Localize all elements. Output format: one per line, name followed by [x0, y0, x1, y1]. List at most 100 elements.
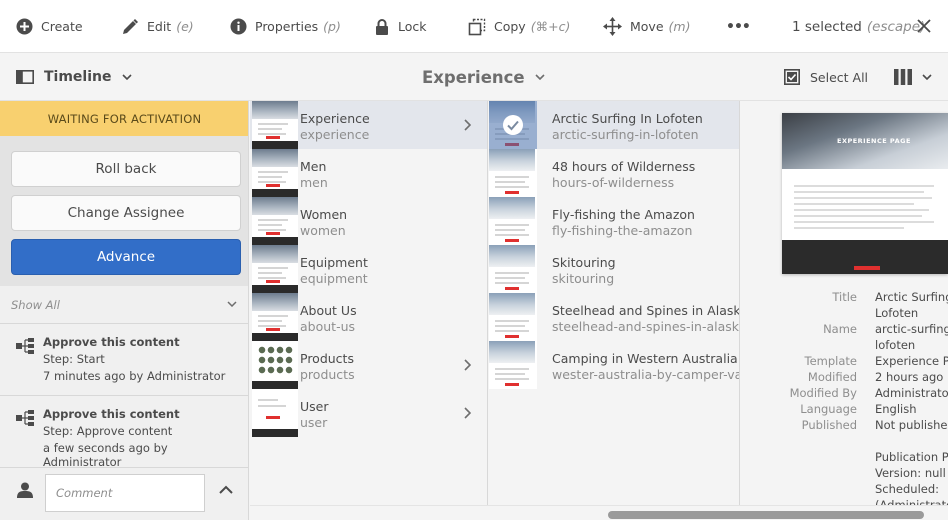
column-item-name: women — [300, 223, 346, 238]
column-item-experience[interactable]: Experience experience — [250, 101, 487, 149]
column-item-steelhead-and-spines-in-alaska[interactable]: Steelhead and Spines in Alaska steelhead-… — [489, 293, 739, 341]
chevron-down-icon — [922, 74, 932, 80]
column-item-skitouring[interactable]: Skitouring skitouring — [489, 245, 739, 293]
metadata-value: lofoten — [875, 338, 916, 352]
column-item-title: About Us — [300, 303, 357, 318]
move-button[interactable]: Move (m) — [603, 0, 690, 53]
column-item-title: Equipment — [300, 255, 368, 270]
select-all-button[interactable]: Select All — [784, 53, 868, 101]
timeline-entry-step: Step: Approve content — [43, 424, 173, 438]
view-switcher[interactable] — [894, 53, 932, 101]
close-icon[interactable] — [915, 17, 933, 35]
column-item-men[interactable]: Men men — [250, 149, 487, 197]
column-item-fly-fishing-the-amazon[interactable]: Fly-fishing the Amazon fly-fishing-the-am… — [489, 197, 739, 245]
chevron-right-icon — [464, 407, 471, 419]
column-item-hours-of-wilderness[interactable]: 48 hours of Wilderness hours-of-wildernes… — [489, 149, 739, 197]
column-item-title: Steelhead and Spines in Alaska — [552, 303, 740, 318]
chevron-down-icon — [227, 301, 237, 307]
move-icon — [603, 17, 622, 36]
page-thumbnail — [489, 149, 537, 197]
timeline-entry-time: 7 minutes ago by Administrator — [43, 369, 226, 383]
selection-label: 1 selected — [792, 18, 862, 35]
metadata-key: Title — [832, 290, 857, 304]
column-item-title: Fly-fishing the Amazon — [552, 207, 695, 222]
column-item-title: Arctic Surfing In Lofoten — [552, 111, 703, 126]
plus-circle-icon — [16, 18, 33, 35]
chevron-up-icon[interactable] — [219, 485, 233, 494]
user-icon — [17, 482, 33, 498]
page-thumbnail — [252, 341, 298, 389]
column-item-title: User — [300, 399, 329, 414]
comment-input[interactable] — [45, 474, 205, 512]
column-item-wester-australia-by-camper-van[interactable]: Camping in Western Australia wester-austr… — [489, 341, 739, 389]
workflow-actions: Roll back Change Assignee Advance — [0, 136, 248, 286]
properties-shortcut: (p) — [323, 19, 341, 34]
selected-check-icon[interactable] — [489, 101, 537, 149]
edit-shortcut: (e) — [176, 19, 194, 34]
column-item-arctic-surfing-in-lofoten[interactable]: Arctic Surfing In Lofoten arctic-surfing-… — [489, 101, 739, 149]
column-item-products[interactable]: Products products — [250, 341, 487, 389]
column-item-name: arctic-surfing-in-lofoten — [552, 127, 699, 142]
rail-toggle-button[interactable]: Timeline — [16, 53, 132, 101]
column-item-women[interactable]: Women women — [250, 197, 487, 245]
move-label: Move — [630, 19, 664, 34]
rail-icon — [16, 70, 34, 84]
horizontal-scrollbar[interactable] — [250, 505, 948, 520]
advance-button[interactable]: Advance — [11, 239, 241, 275]
column-item-name: products — [300, 367, 355, 382]
metadata-key: Template — [804, 354, 857, 368]
timeline-entry-title: Approve this content — [43, 407, 180, 421]
publication-status-line: Publication Pending — [875, 450, 948, 464]
page-title[interactable]: Experience — [422, 53, 545, 101]
timeline-filter-label: Show All — [11, 298, 60, 312]
metadata-value: Arctic Surfing In — [875, 290, 948, 304]
checkbox-icon — [784, 69, 800, 85]
column-experience: Arctic Surfing In Lofoten arctic-surfing-… — [489, 101, 740, 520]
workflow-icon — [16, 338, 34, 354]
properties-button[interactable]: Properties (p) — [230, 0, 341, 53]
page-thumbnail — [489, 101, 537, 149]
column-item-user[interactable]: User user — [250, 389, 487, 437]
page-preview-thumbnail: EXPERIENCE PAGE — [782, 113, 948, 274]
chevron-down-icon — [535, 74, 545, 80]
timeline-filter-select[interactable]: Show All — [0, 286, 248, 324]
more-icon[interactable]: ••• — [726, 0, 751, 53]
create-label: Create — [41, 19, 83, 34]
metadata-value: 2 hours ago — [875, 370, 944, 384]
column-item-name: experience — [300, 127, 370, 142]
chevron-right-icon — [464, 359, 471, 371]
lock-button[interactable]: Lock — [374, 0, 427, 53]
edit-label: Edit — [147, 19, 172, 34]
move-shortcut: (m) — [668, 19, 691, 34]
copy-button[interactable]: Copy (⌘+c) — [468, 0, 570, 53]
workflow-icon — [16, 410, 34, 426]
info-icon — [230, 18, 247, 35]
scrollbar-thumb[interactable] — [608, 511, 924, 519]
page-thumbnail — [252, 389, 298, 437]
timeline-entry-step: Step: Start — [43, 352, 105, 366]
timeline-entry: Approve this content Step: Start 7 minut… — [0, 324, 248, 396]
page-thumbnail — [489, 293, 537, 341]
lock-icon — [376, 18, 388, 35]
page-thumbnail — [489, 197, 537, 245]
create-button[interactable]: Create — [16, 0, 83, 53]
page-thumbnail — [489, 341, 537, 389]
chevron-right-icon — [464, 119, 471, 131]
edit-button[interactable]: Edit (e) — [121, 0, 194, 53]
timeline-entry-title: Approve this content — [43, 335, 180, 349]
page-thumbnail — [252, 245, 298, 293]
metadata-value: arctic-surfing-in- — [875, 322, 948, 336]
preview-hero-text: EXPERIENCE PAGE — [837, 137, 911, 145]
page-thumbnail — [252, 149, 298, 197]
column-item-equipment[interactable]: Equipment equipment — [250, 245, 487, 293]
page-thumbnail — [252, 197, 298, 245]
column-item-about-us[interactable]: About Us about-us — [250, 293, 487, 341]
column-item-name: about-us — [300, 319, 356, 334]
column-item-title: Camping in Western Australia — [552, 351, 738, 366]
lock-label: Lock — [398, 19, 427, 34]
metadata-value: Experience Page — [875, 354, 948, 368]
change-assignee-button[interactable]: Change Assignee — [11, 195, 241, 231]
chevron-down-icon — [121, 74, 132, 80]
rollback-button[interactable]: Roll back — [11, 151, 241, 187]
column-item-title: Skitouring — [552, 255, 616, 270]
